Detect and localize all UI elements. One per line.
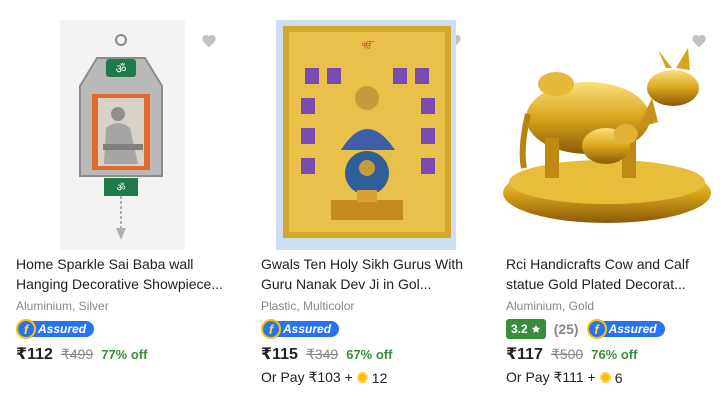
product-title-line[interactable]: Hanging Decorative Showpiece... — [16, 274, 234, 294]
price-row: ₹117 ₹500 76% off — [506, 344, 637, 364]
rating-badge: 3.2 — [506, 319, 546, 339]
supercoin-count: 6 — [614, 369, 623, 386]
rating-value: 3.2 — [511, 322, 528, 336]
badge-row: f Assured — [16, 318, 95, 340]
flipkart-assured-icon: f — [16, 319, 36, 339]
product-image[interactable] — [490, 18, 728, 252]
supercoin-offer: Or Pay ₹111 + 6 — [506, 369, 623, 386]
product-title-line[interactable]: statue Gold Plated Decorat... — [506, 274, 724, 294]
assured-label: Assured — [273, 321, 340, 337]
flipkart-assured-badge: f Assured — [261, 319, 340, 339]
supercoin-icon — [356, 372, 368, 383]
product-attributes: Aluminium, Silver — [16, 299, 109, 313]
assured-label: Assured — [598, 321, 665, 337]
product-card[interactable]: Rci Handicrafts Cow and Calf statue Gold… — [490, 0, 728, 401]
rating-count: (25) — [553, 321, 579, 337]
price-row: ₹112 ₹499 77% off — [16, 344, 147, 364]
svg-text:ॐ: ॐ — [116, 62, 127, 76]
flipkart-assured-badge: f Assured — [586, 319, 665, 339]
discount-label: 76% off — [591, 347, 638, 362]
product-title-line[interactable]: Home Sparkle Sai Baba wall — [16, 254, 234, 274]
product-title-line[interactable]: Rci Handicrafts Cow and Calf — [506, 254, 724, 274]
product-image[interactable]: ॐ ॐ — [0, 18, 240, 252]
assured-label: Assured — [28, 321, 95, 337]
product-attributes: Aluminium, Gold — [506, 299, 595, 313]
supercoin-icon — [599, 372, 611, 383]
selling-price: ₹115 — [261, 346, 298, 363]
badge-row: f Assured — [261, 318, 340, 340]
product-title-line[interactable]: Guru Nanak Dev Ji in Gol... — [261, 274, 479, 294]
selling-price: ₹112 — [16, 346, 53, 363]
product-card[interactable]: ੴ Gwals Ten Holy Sikh Gurus With Guru Na… — [245, 0, 485, 401]
original-price: ₹500 — [550, 346, 584, 362]
original-price: ₹349 — [305, 346, 339, 362]
discount-label: 67% off — [346, 347, 393, 362]
price-row: ₹115 ₹349 67% off — [261, 344, 392, 364]
star-icon — [531, 324, 540, 333]
product-attributes: Plastic, Multicolor — [261, 299, 355, 313]
flipkart-assured-badge: f Assured — [16, 319, 95, 339]
flipkart-assured-icon: f — [586, 319, 607, 339]
svg-text:ॐ: ॐ — [116, 182, 125, 194]
discount-label: 77% off — [101, 347, 148, 362]
supercoin-offer: Or Pay ₹103 + 12 — [261, 369, 387, 386]
product-card[interactable]: ॐ ॐ Home Sparkle Sai Baba wall Hanging D… — [0, 0, 240, 401]
or-pay-label: Or Pay ₹103 + — [261, 369, 353, 385]
product-title[interactable]: Home Sparkle Sai Baba wall Hanging Decor… — [16, 254, 234, 294]
flipkart-assured-icon: f — [261, 319, 281, 339]
supercoin-count: 12 — [371, 369, 388, 386]
product-title-line[interactable]: Gwals Ten Holy Sikh Gurus With — [261, 254, 479, 274]
product-title[interactable]: Gwals Ten Holy Sikh Gurus With Guru Nana… — [261, 254, 479, 294]
product-image[interactable]: ੴ — [245, 18, 485, 252]
original-price: ₹499 — [60, 346, 94, 362]
or-pay-label: Or Pay ₹111 + — [506, 369, 596, 385]
badge-row: 3.2 (25) f Assured — [506, 318, 665, 340]
product-title[interactable]: Rci Handicrafts Cow and Calf statue Gold… — [506, 254, 724, 294]
selling-price: ₹117 — [506, 346, 543, 363]
